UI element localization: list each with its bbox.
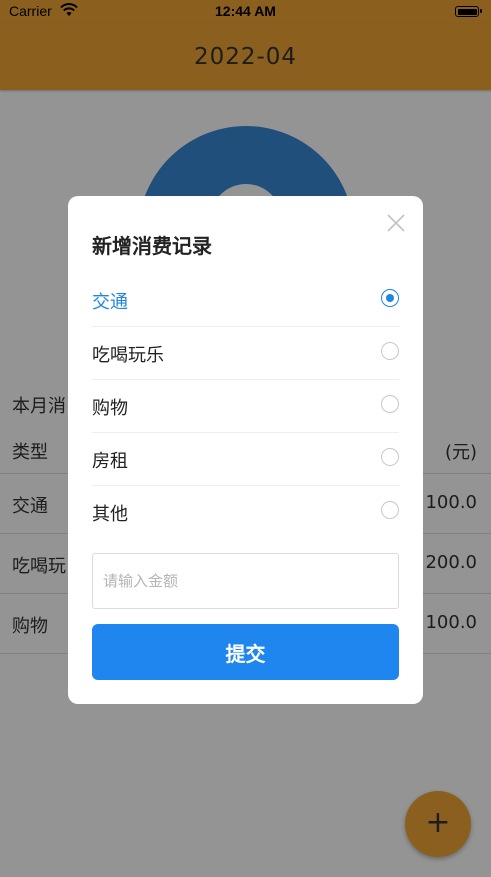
option-label: 吃喝玩乐	[92, 345, 164, 366]
option-label: 购物	[92, 398, 128, 419]
option-rent[interactable]: 房租	[92, 433, 399, 486]
radio-icon[interactable]	[381, 501, 399, 519]
add-expense-dialog: 新增消费记录 交通 吃喝玩乐 购物 房租 其他 提交	[68, 196, 423, 704]
submit-button[interactable]: 提交	[92, 624, 399, 680]
amount-input[interactable]	[92, 553, 399, 609]
radio-icon[interactable]	[381, 448, 399, 466]
option-label: 其他	[92, 504, 128, 525]
option-shopping[interactable]: 购物	[92, 380, 399, 433]
option-entertainment[interactable]: 吃喝玩乐	[92, 327, 399, 380]
option-label: 交通	[92, 292, 128, 313]
option-traffic[interactable]: 交通	[92, 274, 399, 327]
radio-selected-icon[interactable]	[381, 289, 399, 307]
close-icon[interactable]	[385, 212, 407, 234]
dialog-title: 新增消费记录	[92, 234, 212, 258]
radio-icon[interactable]	[381, 395, 399, 413]
radio-icon[interactable]	[381, 342, 399, 360]
option-label: 房租	[92, 451, 128, 472]
option-other[interactable]: 其他	[92, 486, 399, 538]
